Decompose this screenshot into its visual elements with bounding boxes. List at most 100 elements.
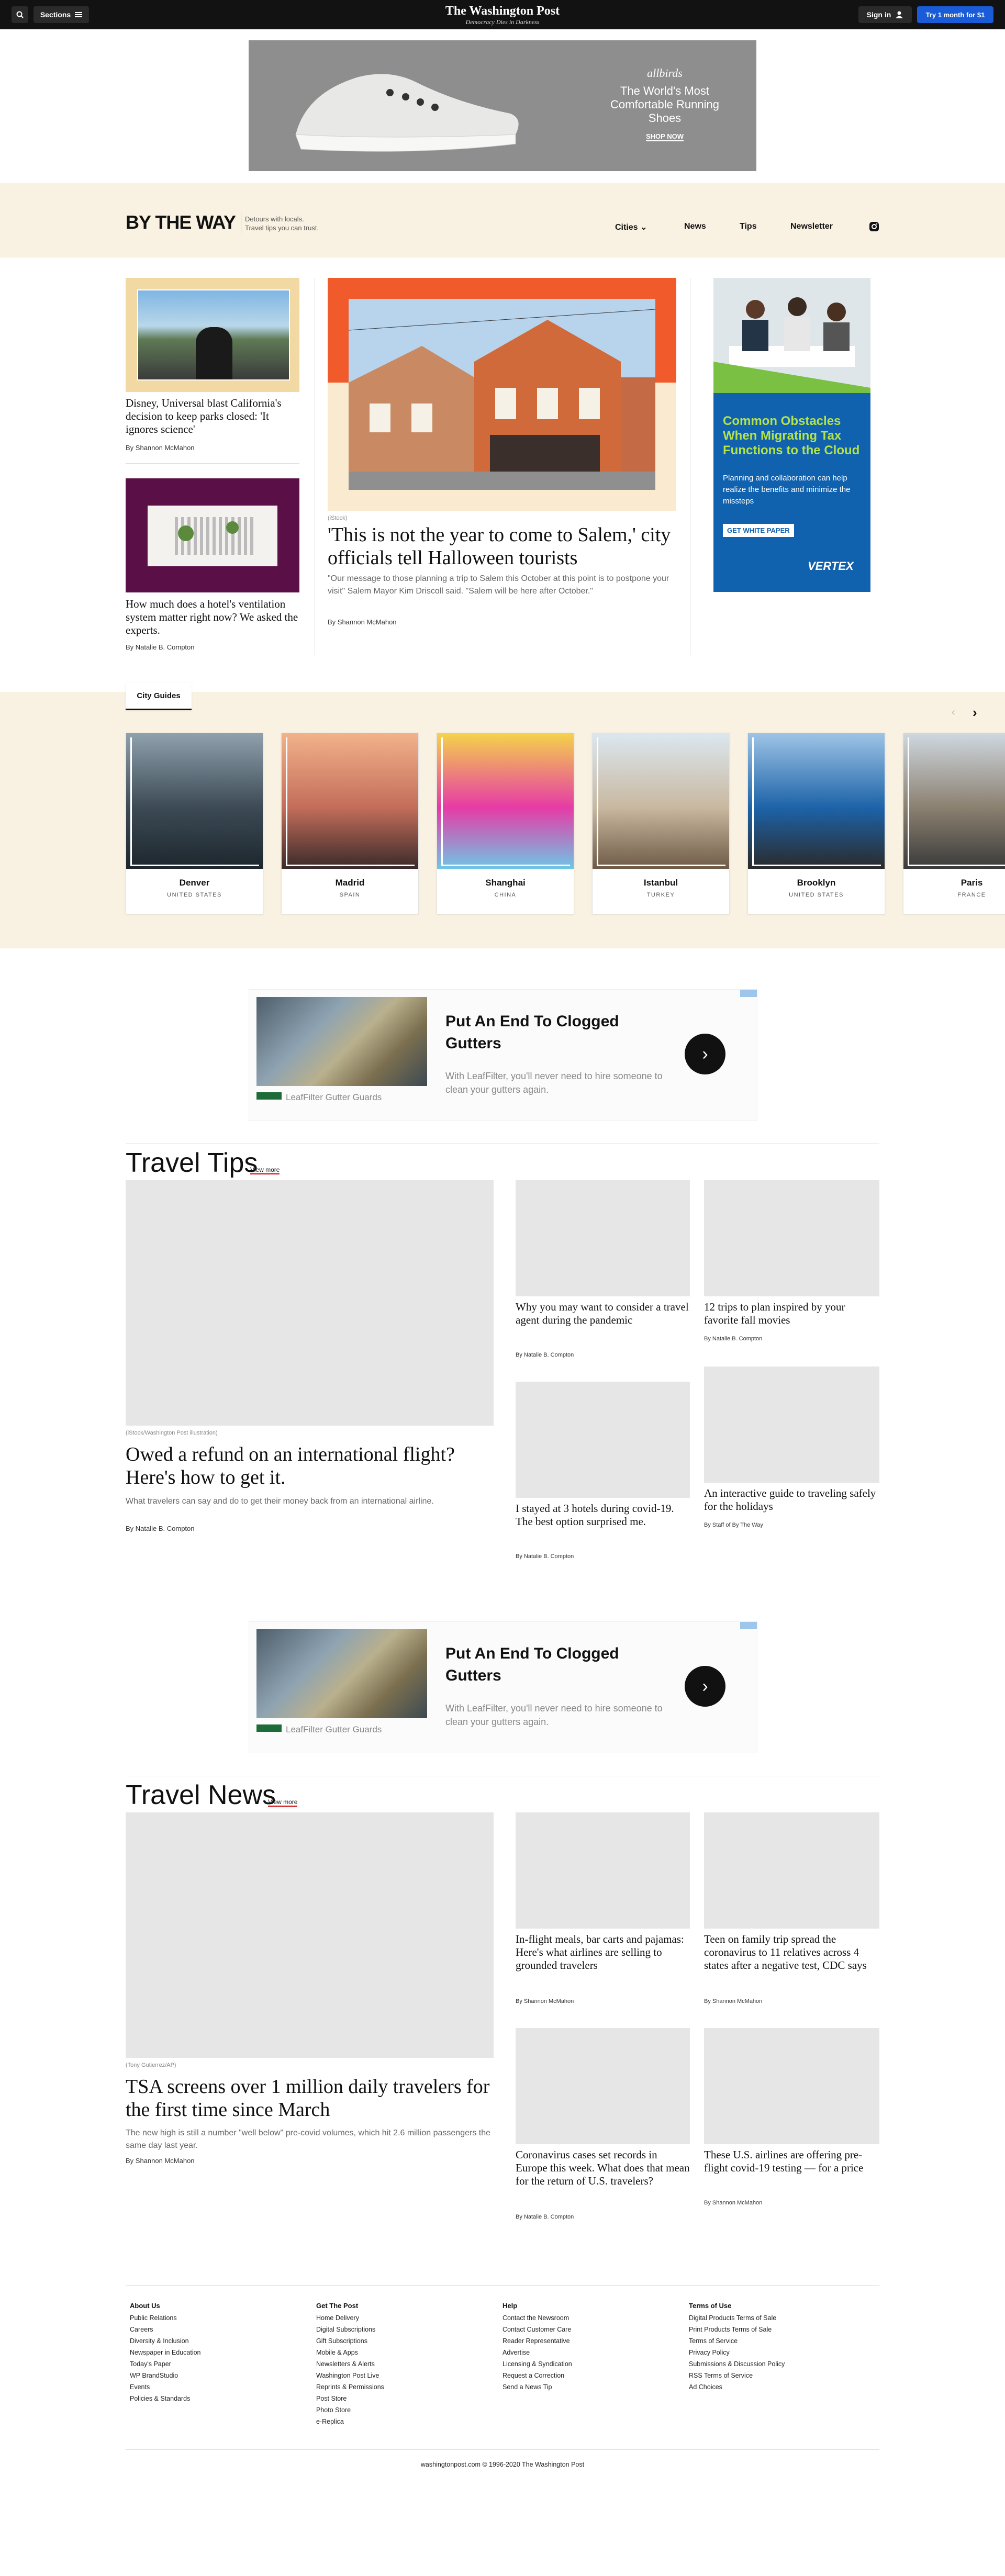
city-card-denver[interactable]: Denver UNITED STATES [126,733,263,914]
news-image[interactable] [516,1812,690,1929]
travel-news-view-more[interactable]: View more [268,1798,298,1807]
news-byline[interactable]: By Shannon McMahon [516,1998,574,2004]
travel-tips-title[interactable]: Travel Tips [126,1147,258,1179]
city-card-paris[interactable]: Paris FRANCE [903,733,1005,914]
footer-link[interactable]: Reader Representative [502,2335,570,2347]
main-story-byline[interactable]: By Shannon McMahon [328,618,397,626]
main-story-headline[interactable]: 'This is not the year to come to Salem,'… [328,523,676,569]
footer-link[interactable]: Washington Post Live [316,2370,379,2381]
city-card-madrid[interactable]: Madrid SPAIN [281,733,419,914]
footer-link[interactable]: Home Delivery [316,2312,359,2324]
carousel-next-arrow[interactable]: › [973,704,977,721]
washington-post-logo[interactable]: The Washington Post Democracy Dies in Da… [398,4,607,26]
sections-button[interactable]: Sections [34,6,89,23]
tip-byline[interactable]: By Natalie B. Compton [516,1553,574,1560]
advertisement-allbirds[interactable]: allbirds The World's Most Comfortable Ru… [249,40,756,171]
city-card-brooklyn[interactable]: Brooklyn UNITED STATES [747,733,885,914]
footer-link[interactable]: Policies & Standards [130,2393,190,2404]
footer-link[interactable]: Public Relations [130,2312,177,2324]
footer-link[interactable]: Careers [130,2324,153,2335]
tip-byline[interactable]: By Natalie B. Compton [516,1352,574,1358]
carousel-prev-arrow[interactable]: ‹ [952,707,955,719]
tip-byline[interactable]: By Staff of By The Way [704,1522,763,1528]
footer-link[interactable]: Terms of Service [689,2335,738,2347]
footer-link[interactable]: Digital Subscriptions [316,2324,375,2335]
ad-side-cta[interactable]: GET WHITE PAPER [723,524,794,537]
footer-link[interactable]: Privacy Policy [689,2347,730,2358]
ad-choices-icon[interactable] [740,990,757,997]
footer-link[interactable]: Ad Choices [689,2381,722,2393]
footer-link[interactable]: Newspaper in Education [130,2347,201,2358]
footer-link[interactable]: Advertise [502,2347,530,2358]
story-headline[interactable]: Disney, Universal blast California's dec… [126,397,299,436]
main-news-image[interactable] [126,1812,494,2058]
news-image[interactable] [516,2028,690,2144]
footer-link[interactable]: Print Products Terms of Sale [689,2324,772,2335]
news-image[interactable] [704,2028,879,2144]
subscribe-button[interactable]: Try 1 month for $1 [917,6,993,23]
footer-link[interactable]: Digital Products Terms of Sale [689,2312,776,2324]
tip-headline[interactable]: Why you may want to consider a travel ag… [516,1301,690,1327]
footer-link[interactable]: Gift Subscriptions [316,2335,367,2347]
signin-button[interactable]: Sign in [858,6,912,23]
tab-city-guides[interactable]: City Guides [126,682,192,710]
menu-tips[interactable]: Tips [740,222,757,231]
tip-byline[interactable]: By Natalie B. Compton [704,1336,762,1342]
tip-image[interactable] [704,1180,879,1296]
menu-newsletter[interactable]: Newsletter [790,222,833,231]
city-card-istanbul[interactable]: Istanbul TURKEY [592,733,730,914]
search-button[interactable] [12,6,28,23]
tip-image[interactable] [704,1367,879,1483]
footer-link[interactable]: Events [130,2381,150,2393]
footer-link[interactable]: Request a Correction [502,2370,564,2381]
footer-link[interactable]: Licensing & Syndication [502,2358,572,2370]
travel-news-title[interactable]: Travel News [126,1779,276,1811]
news-headline[interactable]: These U.S. airlines are offering pre-fli… [704,2148,879,2175]
news-headline[interactable]: In-flight meals, bar carts and pajamas: … [516,1933,690,1972]
ad-choices-icon[interactable] [740,1622,757,1629]
instagram-icon[interactable] [869,221,879,232]
footer-link[interactable]: RSS Terms of Service [689,2370,753,2381]
story-headline[interactable]: How much does a hotel's ventilation syst… [126,598,299,637]
ad-arrow-button[interactable]: › [685,1034,725,1074]
tip-headline[interactable]: 12 trips to plan inspired by your favori… [704,1301,879,1327]
story-image-disney[interactable] [126,278,299,392]
main-tip-byline[interactable]: By Natalie B. Compton [126,1525,195,1532]
advertisement-vertex[interactable]: Common Obstacles When Migrating Tax Func… [713,278,870,592]
main-news-byline[interactable]: By Shannon McMahon [126,2157,195,2165]
main-tip-headline[interactable]: Owed a refund on an international flight… [126,1443,494,1489]
news-headline[interactable]: Teen on family trip spread the coronavir… [704,1933,879,1972]
footer-link[interactable]: WP BrandStudio [130,2370,178,2381]
by-the-way-logo[interactable]: BY THE WAY [126,211,236,233]
news-byline[interactable]: By Shannon McMahon [704,2200,762,2206]
story-byline[interactable]: By Natalie B. Compton [126,643,195,651]
footer-link[interactable]: Contact Customer Care [502,2324,571,2335]
menu-cities[interactable]: Cities ⌄ [615,222,647,232]
footer-link[interactable]: Today's Paper [130,2358,171,2370]
menu-news[interactable]: News [684,222,706,231]
tip-headline[interactable]: I stayed at 3 hotels during covid-19. Th… [516,1502,690,1528]
travel-tips-view-more[interactable]: View more [250,1166,280,1174]
footer-link[interactable]: Photo Store [316,2404,351,2416]
story-image-salem[interactable] [328,278,676,511]
advertisement-leaffilter[interactable]: LeafFilter Gutter Guards Put An End To C… [249,989,757,1121]
story-byline[interactable]: By Shannon McMahon [126,444,195,452]
footer-link[interactable]: Contact the Newsroom [502,2312,569,2324]
footer-link[interactable]: Reprints & Permissions [316,2381,384,2393]
news-byline[interactable]: By Natalie B. Compton [516,2214,574,2220]
footer-link[interactable]: e-Replica [316,2416,344,2427]
ad-shop-now[interactable]: SHOP NOW [646,132,684,141]
story-image-ventilation[interactable] [126,478,299,592]
news-image[interactable] [704,1812,879,1929]
tip-image[interactable] [516,1180,690,1296]
footer-link[interactable]: Diversity & Inclusion [130,2335,189,2347]
tip-headline[interactable]: An interactive guide to traveling safely… [704,1487,879,1513]
ad-arrow-button[interactable]: › [685,1666,725,1707]
tip-image[interactable] [516,1382,690,1498]
city-card-shanghai[interactable]: Shanghai CHINA [437,733,574,914]
news-headline[interactable]: Coronavirus cases set records in Europe … [516,2148,690,2188]
footer-link[interactable]: Post Store [316,2393,347,2404]
footer-link[interactable]: Send a News Tip [502,2381,552,2393]
news-byline[interactable]: By Shannon McMahon [704,1998,762,2004]
main-tip-image[interactable] [126,1180,494,1426]
